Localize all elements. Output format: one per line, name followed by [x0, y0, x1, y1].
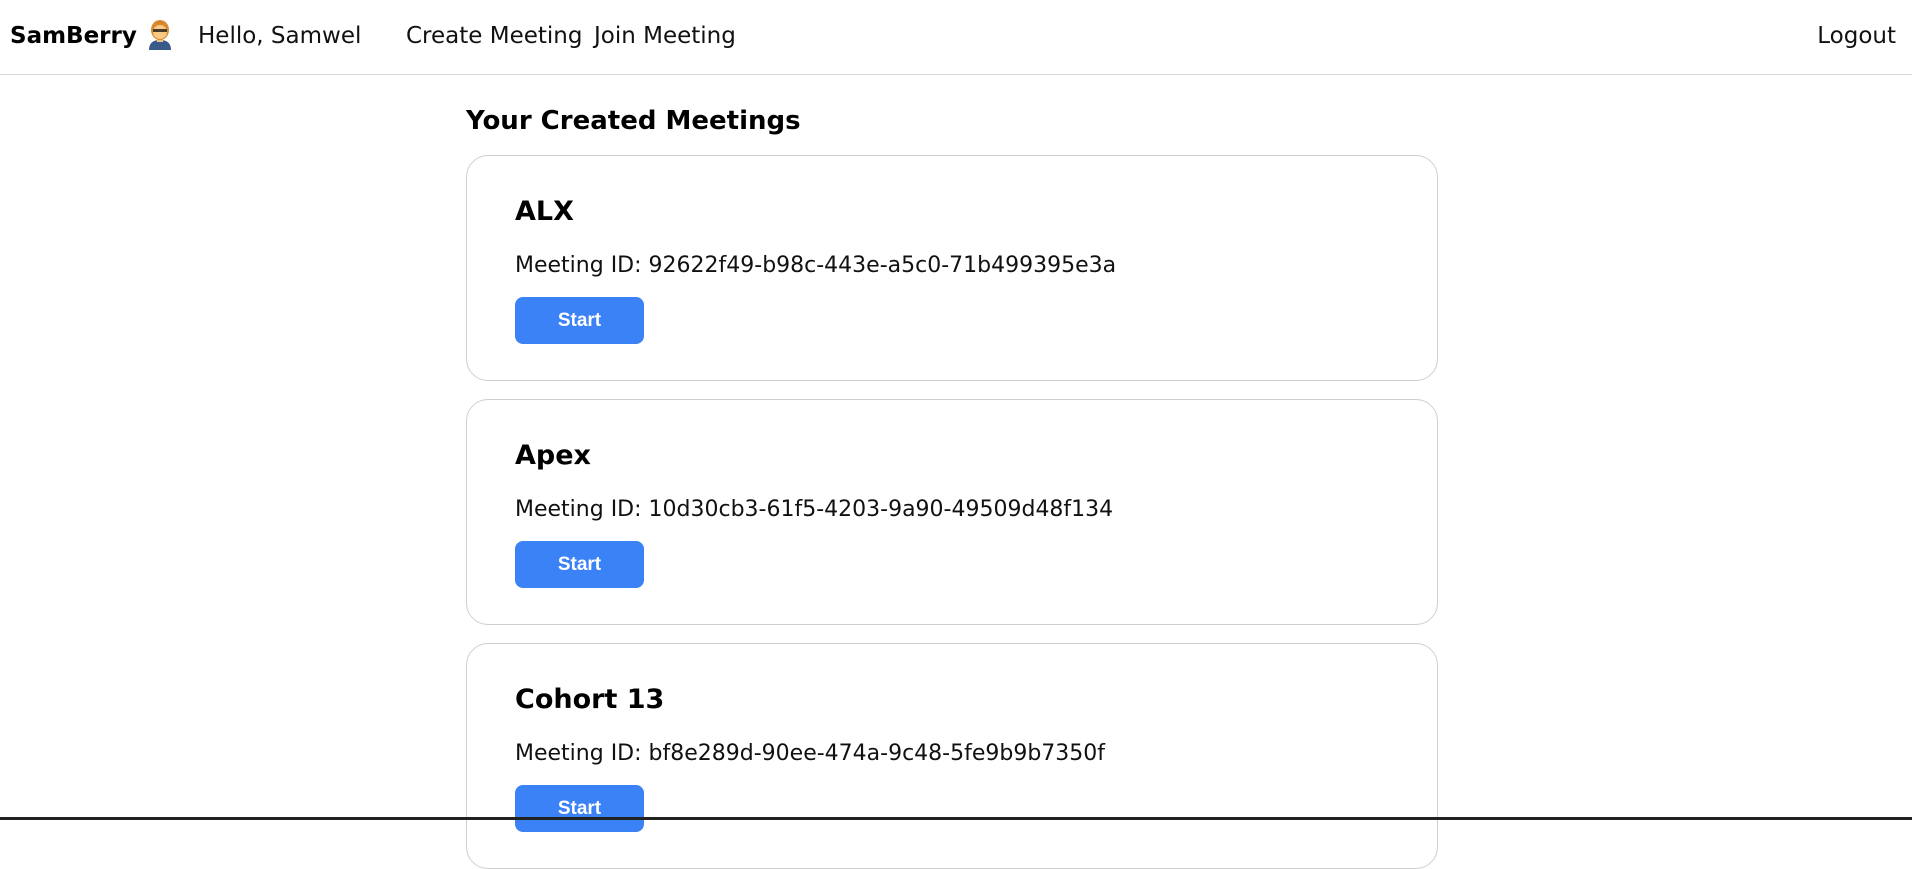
meeting-card: Apex Meeting ID: 10d30cb3-61f5-4203-9a90…	[466, 399, 1438, 625]
meeting-id: Meeting ID: 10d30cb3-61f5-4203-9a90-4950…	[515, 497, 1114, 522]
user-avatar-icon	[145, 16, 175, 52]
page-title: Your Created Meetings	[466, 106, 801, 136]
navbar: SamBerry Hello, Samwel Create Meeting Jo…	[0, 0, 1912, 75]
meeting-name: ALX	[515, 196, 574, 227]
meeting-card: Cohort 13 Meeting ID: bf8e289d-90ee-474a…	[466, 643, 1438, 869]
start-meeting-button[interactable]: Start	[515, 297, 644, 344]
create-meeting-link[interactable]: Create Meeting	[406, 21, 582, 51]
start-meeting-button[interactable]: Start	[515, 785, 644, 832]
meeting-id: Meeting ID: 92622f49-b98c-443e-a5c0-71b4…	[515, 253, 1117, 278]
meeting-name: Apex	[515, 440, 591, 471]
meeting-card: ALX Meeting ID: 92622f49-b98c-443e-a5c0-…	[466, 155, 1438, 381]
meeting-name: Cohort 13	[515, 684, 665, 715]
greeting-text: Hello, Samwel	[198, 23, 362, 49]
logout-link[interactable]: Logout	[1817, 21, 1896, 51]
brand-logo[interactable]: SamBerry	[10, 21, 137, 51]
meeting-id: Meeting ID: bf8e289d-90ee-474a-9c48-5fe9…	[515, 741, 1106, 766]
join-meeting-link[interactable]: Join Meeting	[594, 21, 736, 51]
start-meeting-button[interactable]: Start	[515, 541, 644, 588]
